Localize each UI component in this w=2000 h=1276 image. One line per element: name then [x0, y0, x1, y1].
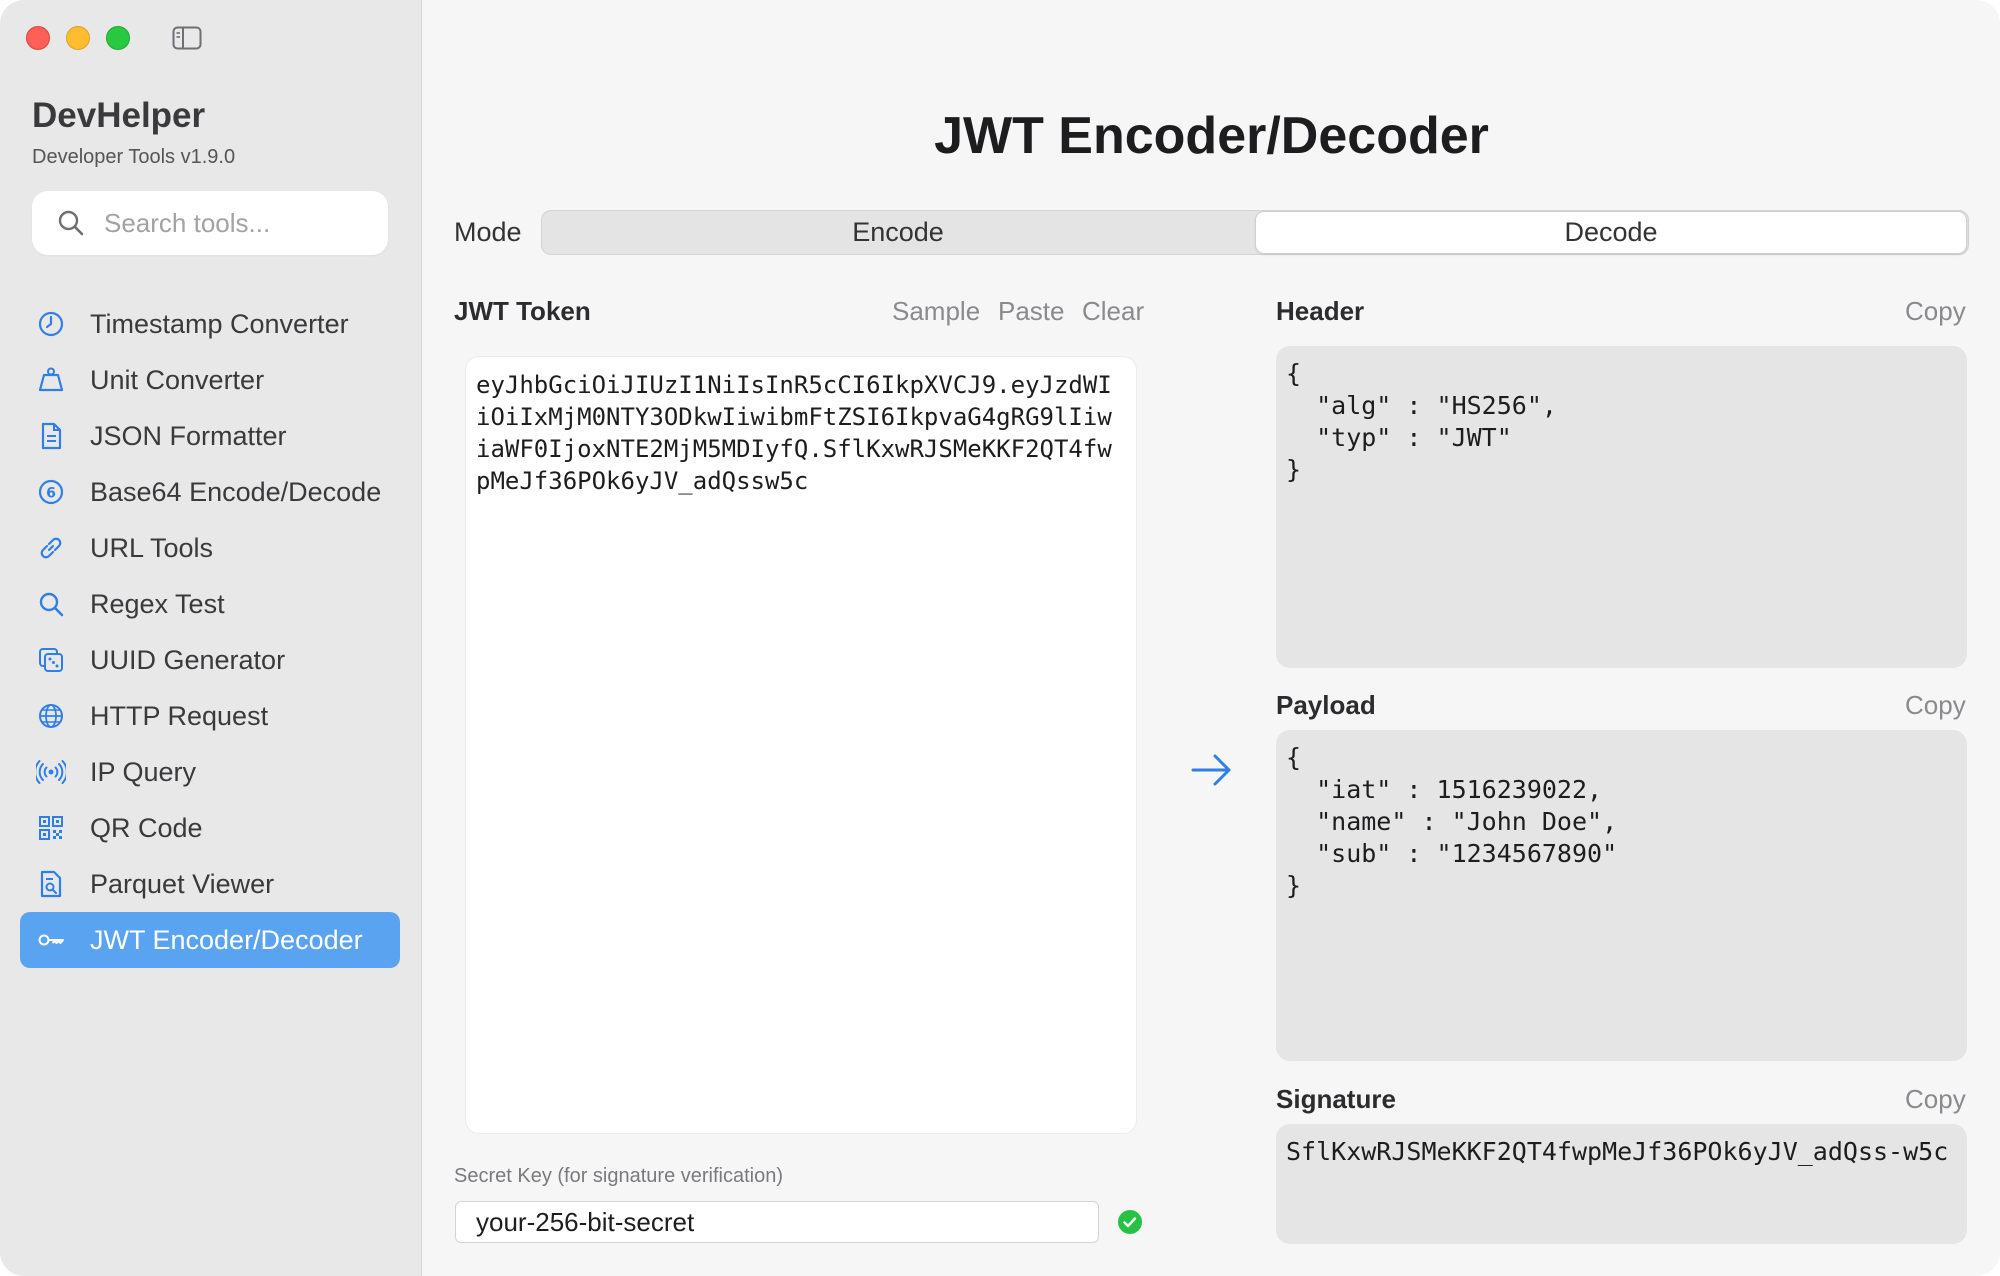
sample-button[interactable]: Sample: [892, 296, 980, 327]
arrow-right-icon: [1191, 754, 1231, 786]
close-window-button[interactable]: [26, 26, 50, 50]
page-title: JWT Encoder/Decoder: [934, 107, 1489, 165]
header-label: Header: [1276, 296, 1365, 326]
dice-icon: [36, 645, 66, 675]
sidebar-item-label: Regex Test: [90, 588, 225, 619]
six-circle-icon: 6: [36, 477, 66, 507]
sidebar-item-label: IP Query: [90, 756, 197, 787]
app-window: DevHelper Developer Tools v1.9.0 Timesta…: [0, 0, 2000, 1276]
signature-label: Signature: [1276, 1084, 1396, 1114]
sidebar-item-label: QR Code: [90, 812, 203, 843]
copy-signature-button[interactable]: Copy: [1905, 1084, 1966, 1115]
qrcode-icon: [36, 813, 66, 843]
mode-decode-segment[interactable]: Decode: [1255, 211, 1967, 254]
tool-list: Timestamp Converter Unit Converter JSON …: [20, 296, 400, 968]
link-icon: [36, 533, 66, 563]
paste-button[interactable]: Paste: [998, 296, 1065, 327]
sidebar-item-regex-test[interactable]: Regex Test: [20, 576, 400, 632]
mode-label: Mode: [454, 217, 522, 247]
sidebar-item-label: Timestamp Converter: [90, 308, 349, 339]
sidebar-item-url-tools[interactable]: URL Tools: [20, 520, 400, 576]
clear-button[interactable]: Clear: [1082, 296, 1144, 327]
payload-output: { "iat" : 1516239022, "name" : "John Doe…: [1276, 730, 1967, 1061]
secret-key-label: Secret Key (for signature verification): [454, 1165, 784, 1187]
magnifier-icon: [36, 589, 66, 619]
zoom-window-button[interactable]: [106, 26, 130, 50]
secret-key-input[interactable]: [455, 1201, 1099, 1243]
sidebar-item-label: HTTP Request: [90, 700, 269, 731]
sidebar-item-label: Unit Converter: [90, 364, 265, 395]
sidebar-item-label: JWT Encoder/Decoder: [90, 924, 363, 955]
copy-payload-button[interactable]: Copy: [1905, 690, 1966, 721]
antenna-icon: [36, 757, 66, 787]
sidebar-item-jwt-encoder-decoder[interactable]: JWT Encoder/Decoder: [20, 912, 400, 968]
mode-encode-segment[interactable]: Encode: [542, 211, 1254, 254]
sidebar-item-qr-code[interactable]: QR Code: [20, 800, 400, 856]
doc-search-icon: [36, 869, 66, 899]
sidebar-item-parquet-viewer[interactable]: Parquet Viewer: [20, 856, 400, 912]
mode-segmented-control: Encode Decode: [541, 210, 1969, 255]
clock-icon: [36, 309, 66, 339]
sidebar-item-label: UUID Generator: [90, 644, 286, 675]
sidebar-toggle-icon[interactable]: [172, 26, 202, 50]
sidebar-item-uuid-generator[interactable]: UUID Generator: [20, 632, 400, 688]
sidebar-item-label: Parquet Viewer: [90, 868, 275, 899]
copy-header-button[interactable]: Copy: [1905, 296, 1966, 327]
main-content: JWT Encoder/Decoder Mode Encode Decode J…: [423, 0, 2000, 1276]
sidebar-item-label: JSON Formatter: [90, 420, 287, 451]
sidebar-item-timestamp-converter[interactable]: Timestamp Converter: [20, 296, 400, 352]
app-version: Developer Tools v1.9.0: [32, 146, 236, 168]
sidebar-item-unit-converter[interactable]: Unit Converter: [20, 352, 400, 408]
sidebar-item-json-formatter[interactable]: JSON Formatter: [20, 408, 400, 464]
checkmark-valid-icon: [1118, 1210, 1142, 1234]
sidebar-item-label: URL Tools: [90, 532, 214, 563]
sidebar: DevHelper Developer Tools v1.9.0 Timesta…: [0, 0, 422, 1276]
sidebar-item-base64[interactable]: 6 Base64 Encode/Decode: [20, 464, 400, 520]
app-name: DevHelper: [32, 96, 206, 135]
sidebar-item-label: Base64 Encode/Decode: [90, 476, 382, 507]
search-icon: [58, 210, 84, 236]
document-icon: [36, 421, 66, 451]
jwt-token-textarea[interactable]: eyJhbGciOiJIUzI1NiIsInR5cCI6IkpXVCJ9.eyJ…: [465, 356, 1137, 1134]
sidebar-item-http-request[interactable]: HTTP Request: [20, 688, 400, 744]
header-output: { "alg" : "HS256", "typ" : "JWT" }: [1276, 346, 1967, 668]
globe-icon: [36, 701, 66, 731]
minimize-window-button[interactable]: [66, 26, 90, 50]
weight-icon: [36, 365, 66, 395]
payload-label: Payload: [1276, 690, 1376, 720]
signature-output: SflKxwRJSMeKKF2QT4fwpMeJf36POk6yJV_adQss…: [1276, 1124, 1967, 1244]
svg-text:6: 6: [46, 486, 56, 502]
key-icon: [36, 925, 66, 955]
search-box[interactable]: [32, 191, 388, 255]
sidebar-item-ip-query[interactable]: IP Query: [20, 744, 400, 800]
search-input[interactable]: [104, 207, 364, 239]
jwt-token-label: JWT Token: [454, 296, 591, 326]
